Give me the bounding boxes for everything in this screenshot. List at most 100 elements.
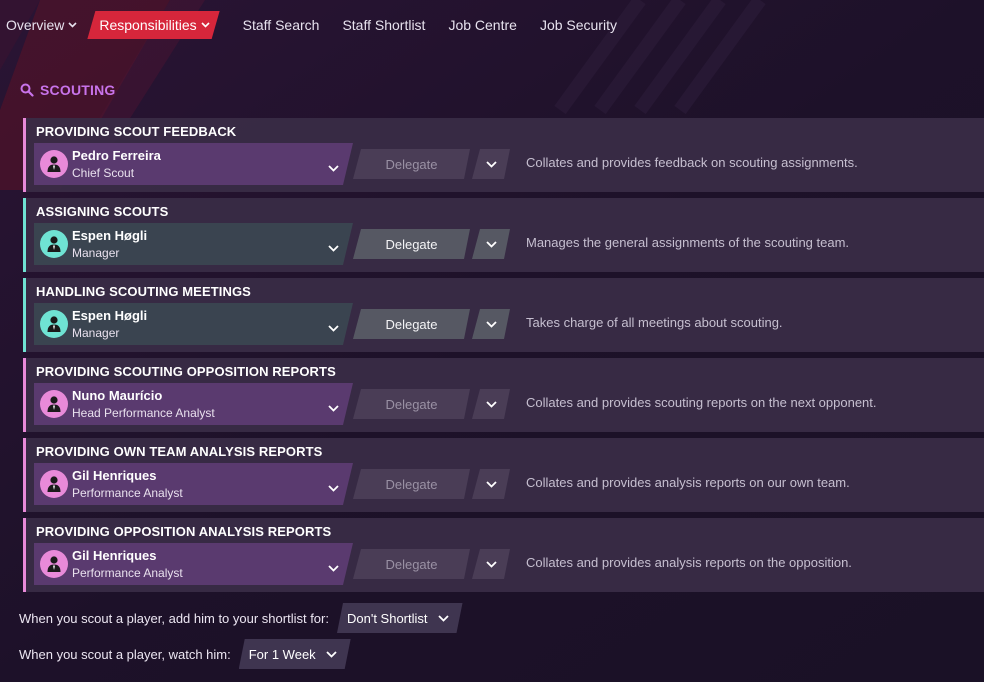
- search-icon: [20, 83, 34, 97]
- delegate-dropdown-button[interactable]: [472, 229, 510, 259]
- chevron-down-icon: [328, 399, 339, 417]
- responsibility-title: PROVIDING OPPOSITION ANALYSIS REPORTS: [36, 524, 332, 539]
- staff-icon: [45, 475, 63, 493]
- chevron-down-icon: [486, 321, 497, 328]
- responsibility-description: Takes charge of all meetings about scout…: [526, 315, 783, 330]
- responsibility-row: PROVIDING SCOUT FEEDBACK Pedro Ferreira …: [23, 118, 984, 192]
- assigned-staff-dropdown[interactable]: Espen Høgli Manager: [34, 223, 353, 265]
- delegate-button[interactable]: Delegate: [353, 469, 470, 499]
- staff-avatar: [40, 230, 68, 258]
- tab-responsibilities[interactable]: Responsibilities: [87, 11, 219, 39]
- tab-staff-search[interactable]: Staff Search: [243, 11, 320, 39]
- responsibility-row: PROVIDING OWN TEAM ANALYSIS REPORTS Gil …: [23, 438, 984, 512]
- chevron-down-icon: [326, 651, 337, 658]
- delegate-button[interactable]: Delegate: [353, 389, 470, 419]
- responsibility-row: PROVIDING SCOUTING OPPOSITION REPORTS Nu…: [23, 358, 984, 432]
- delegate-button[interactable]: Delegate: [353, 309, 470, 339]
- row-accent-bar: [23, 438, 26, 512]
- staff-icon: [45, 155, 63, 173]
- staff-name: Pedro Ferreira: [72, 148, 161, 163]
- delegate-dropdown-button[interactable]: [472, 469, 510, 499]
- staff-name: Espen Høgli: [72, 308, 148, 323]
- staff-role: Head Performance Analyst: [72, 406, 215, 420]
- assigned-staff-dropdown[interactable]: Pedro Ferreira Chief Scout: [34, 143, 353, 185]
- staff-role: Manager: [72, 246, 120, 260]
- tab-job-security-label: Job Security: [539, 17, 617, 33]
- row-accent-bar: [23, 118, 26, 192]
- watch-duration-select[interactable]: For 1 Week: [239, 639, 351, 669]
- assigned-staff-dropdown[interactable]: Espen Høgli Manager: [34, 303, 353, 345]
- staff-avatar: [40, 150, 68, 178]
- staff-icon: [45, 555, 63, 573]
- chevron-down-icon: [486, 401, 497, 408]
- tab-overview[interactable]: Overview: [6, 11, 77, 39]
- staff-name: Gil Henriques: [72, 548, 157, 563]
- responsibility-description: Collates and provides feedback on scouti…: [526, 155, 858, 170]
- staff-name: Gil Henriques: [72, 468, 157, 483]
- tab-responsibilities-label: Responsibilities: [99, 17, 197, 33]
- delegate-button[interactable]: Delegate: [353, 229, 470, 259]
- delegate-button[interactable]: Delegate: [353, 549, 470, 579]
- chevron-down-icon: [486, 161, 497, 168]
- responsibility-description: Collates and provides analysis reports o…: [526, 555, 852, 570]
- staff-avatar: [40, 390, 68, 418]
- assigned-staff-dropdown[interactable]: Gil Henriques Performance Analyst: [34, 543, 353, 585]
- responsibility-row: PROVIDING OPPOSITION ANALYSIS REPORTS Gi…: [23, 518, 984, 592]
- top-navigation: Overview Responsibilities Staff Search S…: [0, 10, 617, 40]
- chevron-down-icon: [328, 319, 339, 337]
- row-accent-bar: [23, 518, 26, 592]
- staff-name: Espen Høgli: [72, 228, 148, 243]
- shortlist-option: When you scout a player, add him to your…: [19, 603, 463, 633]
- watch-option: When you scout a player, watch him: For …: [19, 639, 351, 669]
- shortlist-duration-select[interactable]: Don't Shortlist: [337, 603, 463, 633]
- responsibility-title: PROVIDING SCOUT FEEDBACK: [36, 124, 237, 139]
- delegate-dropdown-button[interactable]: [472, 389, 510, 419]
- tab-staff-shortlist[interactable]: Staff Shortlist: [342, 11, 425, 39]
- tab-job-security[interactable]: Job Security: [540, 11, 617, 39]
- row-accent-bar: [23, 198, 26, 272]
- delegate-button[interactable]: Delegate: [353, 149, 470, 179]
- assigned-staff-dropdown[interactable]: Gil Henriques Performance Analyst: [34, 463, 353, 505]
- watch-duration-value: For 1 Week: [248, 646, 316, 662]
- responsibility-row: ASSIGNING SCOUTS Espen Høgli Manager Del…: [23, 198, 984, 272]
- shortlist-duration-value: Don't Shortlist: [346, 610, 428, 626]
- staff-role: Chief Scout: [72, 166, 135, 180]
- staff-avatar: [40, 550, 68, 578]
- row-accent-bar: [23, 358, 26, 432]
- shortlist-option-label: When you scout a player, add him to your…: [19, 610, 329, 626]
- delegate-dropdown-button[interactable]: [472, 309, 510, 339]
- row-accent-bar: [23, 278, 26, 352]
- staff-role: Performance Analyst: [72, 566, 183, 580]
- responsibility-description: Collates and provides scouting reports o…: [526, 395, 877, 410]
- tab-staff-shortlist-label: Staff Shortlist: [342, 17, 426, 33]
- chevron-down-icon: [328, 239, 339, 257]
- chevron-down-icon: [328, 559, 339, 577]
- tab-job-centre[interactable]: Job Centre: [448, 11, 516, 39]
- staff-avatar: [40, 310, 68, 338]
- section-title: SCOUTING: [40, 82, 116, 98]
- responsibility-title: ASSIGNING SCOUTS: [36, 204, 169, 219]
- chevron-down-icon: [328, 479, 339, 497]
- assigned-staff-dropdown[interactable]: Nuno Maurício Head Performance Analyst: [34, 383, 353, 425]
- staff-role: Performance Analyst: [72, 486, 183, 500]
- delegate-dropdown-button[interactable]: [472, 149, 510, 179]
- watch-option-label: When you scout a player, watch him:: [19, 646, 231, 662]
- section-header: SCOUTING: [20, 82, 116, 98]
- responsibility-description: Collates and provides analysis reports o…: [526, 475, 850, 490]
- staff-icon: [45, 395, 63, 413]
- chevron-down-icon: [438, 615, 449, 622]
- tab-job-centre-label: Job Centre: [448, 17, 517, 33]
- delegate-dropdown-button[interactable]: [472, 549, 510, 579]
- tab-staff-search-label: Staff Search: [242, 17, 320, 33]
- chevron-down-icon: [68, 22, 77, 28]
- responsibility-title: PROVIDING OWN TEAM ANALYSIS REPORTS: [36, 444, 323, 459]
- responsibility-list: PROVIDING SCOUT FEEDBACK Pedro Ferreira …: [23, 118, 984, 598]
- chevron-down-icon: [486, 561, 497, 568]
- tab-overview-label: Overview: [6, 17, 65, 33]
- responsibility-title: PROVIDING SCOUTING OPPOSITION REPORTS: [36, 364, 336, 379]
- staff-name: Nuno Maurício: [72, 388, 163, 403]
- staff-role: Manager: [72, 326, 120, 340]
- chevron-down-icon: [328, 159, 339, 177]
- chevron-down-icon: [486, 241, 497, 248]
- chevron-down-icon: [201, 22, 210, 28]
